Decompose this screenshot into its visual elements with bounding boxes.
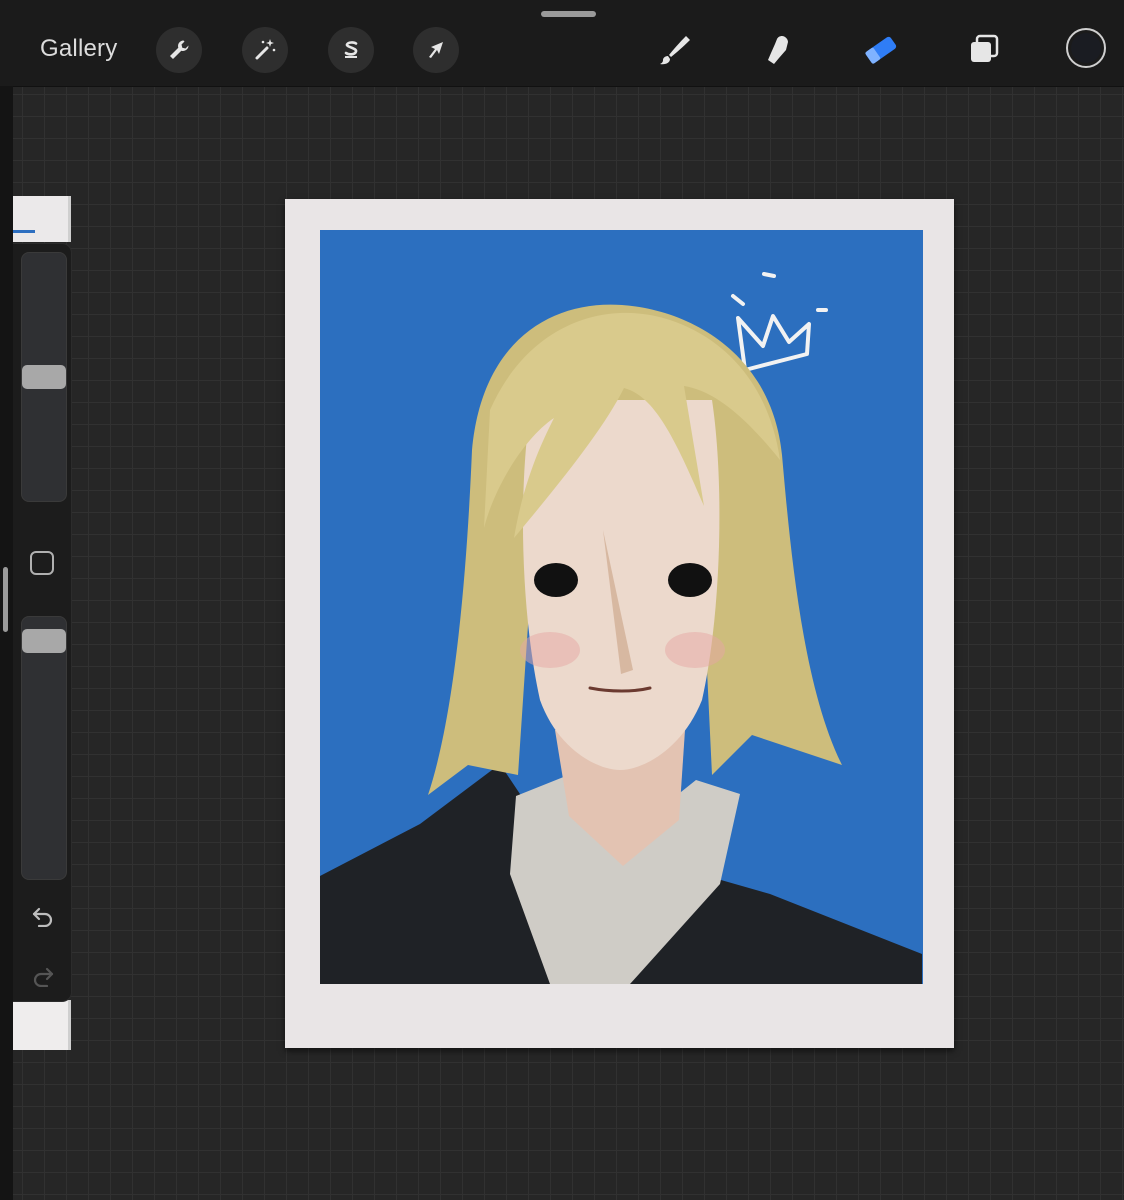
undo-button[interactable] bbox=[29, 904, 57, 928]
brush-size-thumb[interactable] bbox=[22, 365, 66, 389]
selection-button[interactable] bbox=[328, 27, 374, 73]
portrait-illustration bbox=[320, 230, 923, 984]
drag-grabber[interactable] bbox=[541, 11, 596, 17]
brush-opacity-thumb[interactable] bbox=[22, 629, 66, 653]
brush-sidebar bbox=[13, 243, 72, 1002]
left-edge-strip bbox=[0, 86, 13, 1200]
redo-icon bbox=[33, 967, 54, 987]
layers-icon bbox=[971, 34, 999, 62]
brush-icon bbox=[660, 36, 690, 65]
left-eye bbox=[534, 563, 578, 597]
portrait-artwork bbox=[320, 230, 923, 984]
transform-button[interactable] bbox=[413, 27, 459, 73]
sidebar-drag-handle[interactable] bbox=[3, 567, 8, 632]
adjustments-button[interactable] bbox=[242, 27, 288, 73]
right-eye bbox=[668, 563, 712, 597]
eraser-tool-button[interactable] bbox=[859, 28, 903, 72]
eraser-icon bbox=[865, 36, 897, 64]
current-color-swatch bbox=[1071, 33, 1101, 63]
thumbnail-marker bbox=[13, 230, 35, 233]
redo-button[interactable] bbox=[29, 964, 57, 988]
modify-button[interactable] bbox=[30, 551, 54, 575]
gallery-button[interactable]: Gallery bbox=[40, 35, 117, 63]
reference-thumbnail-bottom bbox=[13, 1000, 71, 1050]
selection-s-icon bbox=[344, 41, 358, 58]
top-toolbar: Gallery bbox=[0, 0, 1124, 87]
layers-button[interactable] bbox=[962, 28, 1006, 72]
actions-button[interactable] bbox=[156, 27, 202, 73]
wrench-icon bbox=[170, 40, 189, 59]
brush-size-slider[interactable] bbox=[21, 252, 67, 502]
magic-wand-icon bbox=[255, 39, 276, 60]
undo-icon bbox=[32, 907, 53, 927]
polaroid-frame bbox=[285, 199, 954, 1048]
brush-opacity-slider[interactable] bbox=[21, 616, 67, 880]
brush-tool-button[interactable] bbox=[652, 28, 696, 72]
reference-thumbnail-top bbox=[13, 196, 71, 242]
smudge-finger-icon bbox=[768, 36, 788, 64]
arrow-cursor-icon bbox=[429, 42, 443, 58]
smudge-tool-button[interactable] bbox=[756, 28, 800, 72]
color-picker-button[interactable] bbox=[1066, 28, 1106, 68]
